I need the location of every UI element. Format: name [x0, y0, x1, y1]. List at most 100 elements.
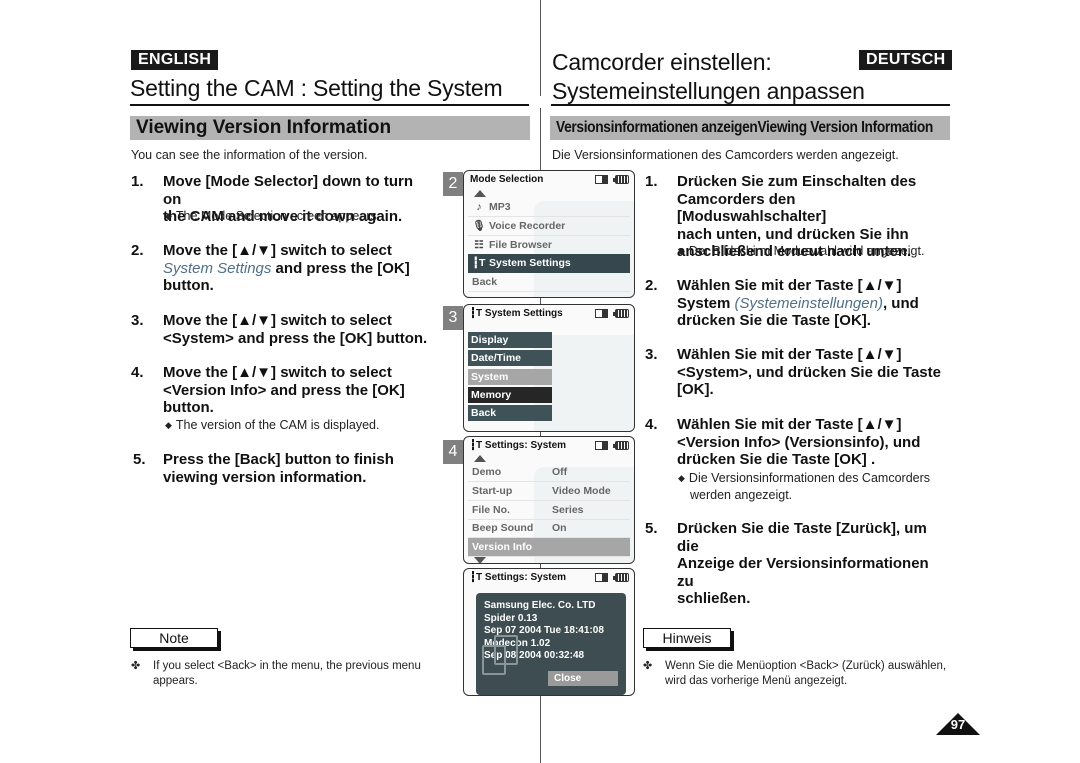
title-rule — [130, 104, 529, 106]
step-text: <Version Info> (Versionsinfo), und — [677, 433, 921, 451]
menu-reference: System Settings — [163, 259, 272, 277]
mode-icon — [595, 441, 608, 450]
step-number: 1. — [131, 173, 144, 190]
step-3-deutsch: 3. Wählen Sie mit der Taste [▲/▼] <Syste… — [645, 346, 945, 402]
step-1-deutsch: 1. Drücken Sie zum Einschalten des Camco… — [645, 173, 945, 260]
menu-item-date-time[interactable]: Date/Time — [468, 350, 552, 366]
step-4-note-deutsch: ◆ Die Versionsinformationen des Camcorder… — [678, 470, 930, 504]
language-badge-english: ENGLISH — [131, 50, 219, 70]
menu-item-memory[interactable]: Memory — [468, 387, 552, 403]
step-text: button. — [163, 399, 214, 416]
music-note-icon: ♪ — [476, 201, 482, 213]
menu-item-label: System Settings — [489, 257, 571, 269]
setting-value: Video Mode — [552, 485, 611, 497]
mode-icon — [595, 573, 608, 582]
step-number: 3. — [645, 346, 658, 363]
diamond-bullet-icon: ◆ — [165, 420, 172, 430]
screen-system-settings: ┇T System Settings Display Date/Time Sys… — [463, 304, 635, 432]
step-note-text: werden angezeigt. — [690, 488, 793, 502]
step-note-text: The version of the CAM is displayed. — [175, 418, 380, 432]
menu-item-back[interactable]: Back — [468, 273, 630, 292]
screen-header: ┇T Settings: System — [470, 440, 566, 451]
step-note-text: Der Bildschirm Moduswahl wird angezeigt. — [688, 244, 925, 258]
step-4-english: 4. Move the [▲/▼] switch to select <Vers… — [131, 364, 431, 420]
setting-row-beep-sound[interactable]: Beep Sound On — [468, 519, 630, 538]
intro-text-english: You can see the information of the versi… — [131, 148, 368, 162]
note-label: Note — [130, 628, 218, 648]
close-button[interactable]: Close — [548, 671, 618, 686]
menu-item-system-settings[interactable]: ┇T System Settings — [468, 254, 630, 273]
step-text: viewing version information. — [163, 468, 367, 486]
settings-icon: ┇T — [470, 572, 485, 583]
step-note-text: Die Versionsinformationen des Camcorders — [688, 471, 931, 485]
screen-header-text: Settings: System — [484, 440, 567, 451]
step-1-note-english: ◆ The Mode Selection screen appears. — [165, 209, 380, 223]
menu-item-system[interactable]: System — [468, 369, 552, 385]
page-title-deutsch-line2: Systemeinstellungen anpassen — [552, 78, 865, 104]
setting-row-start-up[interactable]: Start-up Video Mode — [468, 482, 630, 501]
step-5-english: 5. Press the [Back] button to finish vie… — [133, 451, 433, 489]
step-text: Wählen Sie mit der Taste [▲/▼] — [677, 277, 902, 294]
menu-item-back[interactable]: Back — [468, 405, 552, 421]
menu-item-mp3[interactable]: ♪ MP3 — [468, 198, 630, 217]
step-5-deutsch: 5. Drücken Sie die Taste [Zurück], um di… — [645, 520, 945, 607]
page-number: 97 — [950, 717, 966, 732]
step-text: button. — [163, 277, 214, 294]
setting-value: Off — [552, 466, 568, 478]
note-text-english: ✤ If you select <Back> in the menu, the … — [131, 659, 441, 691]
setting-label: Beep Sound — [472, 522, 534, 534]
page-title-deutsch-line1: Camcorder einstellen: — [552, 49, 772, 75]
copy-graphic-icon — [494, 635, 518, 665]
section-heading-deutsch: Versionsinformationen anzeigenViewing Ve… — [550, 116, 950, 140]
menu-reference: (Systemeinstellungen) — [734, 294, 883, 312]
screen-settings-system: ┇T Settings: System Demo Off Start-up Vide… — [463, 436, 635, 564]
menu-item-display[interactable]: Display — [468, 332, 552, 348]
diamond-bullet-icon: ◆ — [678, 246, 685, 256]
step-text: [OK]. — [677, 381, 714, 398]
step-number: 4. — [645, 416, 658, 433]
note-line: appears. — [153, 675, 198, 687]
menu-item-label: File Browser — [489, 239, 553, 251]
section-heading-text: Versionsinformationen anzeigenViewing Ve… — [556, 119, 933, 136]
step-text: Wählen Sie mit der Taste [▲/▼] — [677, 416, 902, 433]
step-2-english: 2. Move the [▲/▼] switch to select Syste… — [131, 242, 431, 298]
screen-header: Mode Selection — [470, 174, 544, 185]
screen-header: ┇T Settings: System — [470, 572, 566, 583]
menu-item-voice-recorder[interactable]: 🎙︎ Voice Recorder — [468, 217, 630, 236]
menu-item-label: Back — [472, 276, 498, 288]
step-text: <Version Info> and press the [OK] — [163, 381, 405, 399]
mode-icon — [595, 309, 608, 318]
step-number: 3. — [131, 312, 144, 329]
setting-row-version-info[interactable]: Version Info — [468, 538, 630, 557]
settings-icon: ┇T — [472, 257, 486, 269]
title-rule — [551, 104, 950, 106]
step-1-note-deutsch: ◆ Der Bildschirm Moduswahl wird angezeigt… — [678, 244, 924, 258]
step-number: 5. — [133, 451, 146, 468]
version-line-manufacturer: Samsung Elec. Co. LTD — [484, 600, 596, 611]
setting-row-demo[interactable]: Demo Off — [468, 463, 630, 482]
step-number: 5. — [645, 520, 658, 537]
setting-label: File No. — [472, 504, 510, 516]
step-text: System — [677, 294, 735, 312]
note-line: Wenn Sie die Menüoption <Back> (Zurück) … — [665, 660, 947, 672]
step-text: , und — [882, 294, 919, 312]
language-badge-deutsch: DEUTSCH — [859, 50, 953, 70]
step-text: drücken Sie die Taste [OK]. — [677, 312, 871, 329]
screen-header-text: Settings: System — [484, 572, 567, 583]
setting-row-file-no[interactable]: File No. Series — [468, 501, 630, 520]
step-text: Wählen Sie mit der Taste [▲/▼] — [677, 346, 902, 363]
step-text: Press the [Back] button to finish — [163, 451, 394, 468]
step-3-english: 3. Move the [▲/▼] switch to select <Syst… — [131, 312, 431, 350]
menu-item-file-browser[interactable]: ☷ File Browser — [468, 236, 630, 255]
screen-number-4: 4 — [443, 440, 463, 464]
diamond-bullet-icon: ◆ — [678, 473, 685, 483]
step-text: Anzeige der Versionsinformationen zu — [677, 555, 929, 590]
settings-icon: ┇T — [470, 308, 485, 319]
step-2-deutsch: 2. Wählen Sie mit der Taste [▲/▼] System… — [645, 277, 945, 333]
step-number: 1. — [645, 173, 658, 190]
file-icon: ☷ — [474, 239, 484, 251]
screen-number-2: 2 — [443, 172, 463, 196]
hinweis-label: Hinweis — [643, 628, 731, 648]
clover-bullet-icon: ✤ — [131, 660, 141, 672]
screen-version-info: ┇T Settings: System Samsung Elec. Co. LT… — [463, 568, 635, 696]
